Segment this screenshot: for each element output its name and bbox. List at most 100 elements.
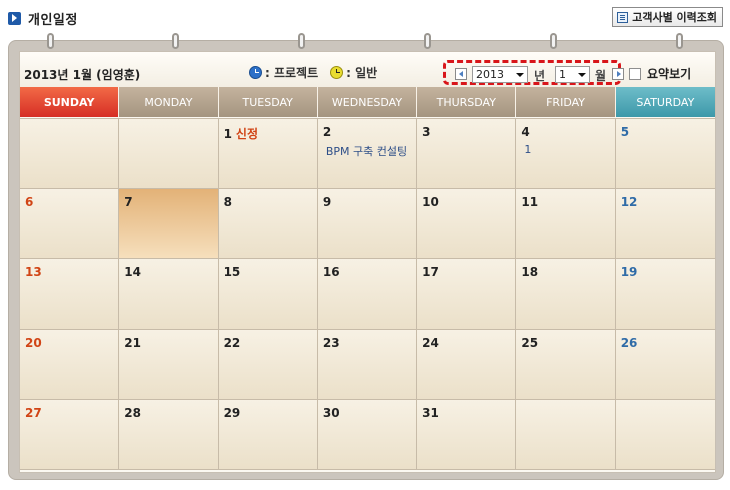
binder-ring-icon xyxy=(550,33,557,49)
day-number: 10 xyxy=(422,195,439,210)
day-number: 27 xyxy=(25,405,42,420)
calendar-day-cell[interactable]: 15 xyxy=(218,259,318,330)
day-number: 11 xyxy=(521,195,539,210)
calendar-day-cell[interactable]: 30 xyxy=(317,399,418,470)
calendar-day-cell[interactable]: 5 xyxy=(615,119,715,190)
chevron-right-icon xyxy=(8,11,21,25)
summary-view-checkbox[interactable] xyxy=(629,67,641,80)
page-title: 개인일정 xyxy=(28,12,78,28)
weekday-header-friday: FRIDAY xyxy=(516,87,616,117)
calendar-day-cell[interactable]: 23 xyxy=(317,329,418,400)
calendar-day-cell[interactable]: 19 xyxy=(615,259,715,330)
weekday-header-monday: MONDAY xyxy=(119,87,219,117)
day-number: 13 xyxy=(25,265,42,280)
weekday-header-sunday: SUNDAY xyxy=(20,87,120,117)
day-number: 4 xyxy=(521,125,530,139)
calendar-binder: 2013년 1월 (임영훈) : 프로젝트 : 일반 2013 년 1 월 요약… xyxy=(8,33,724,480)
calendar-day-cell[interactable]: 14 xyxy=(119,259,219,330)
day-number: 31 xyxy=(422,405,439,420)
day-number: 26 xyxy=(620,335,638,350)
legend: : 프로젝트 : 일반 xyxy=(249,64,377,81)
calendar-day-cell[interactable]: 20 xyxy=(20,329,120,400)
binder-ring-icon xyxy=(298,33,305,49)
calendar-day-cell[interactable]: 12 xyxy=(615,189,715,260)
calendar-day-cell[interactable]: 25 xyxy=(516,329,616,400)
calendar-event[interactable]: 1 xyxy=(524,143,612,156)
general-clock-icon xyxy=(330,66,344,79)
calendar-day-cell[interactable]: 31 xyxy=(417,399,517,470)
year-unit-label: 년 xyxy=(534,69,546,83)
binder-ring-icon xyxy=(172,33,179,49)
day-number: 23 xyxy=(322,335,340,350)
calendar-day-cell[interactable]: 10 xyxy=(417,189,517,260)
binder-ring-icon xyxy=(424,33,431,49)
calendar-day-cell[interactable]: 29 xyxy=(218,399,318,470)
calendar-day-cell[interactable]: 11 xyxy=(516,189,616,260)
calendar-day-cell[interactable]: 13 xyxy=(20,259,120,330)
day-number: 20 xyxy=(25,335,42,350)
weekday-header-wednesday: WEDNESDAY xyxy=(317,87,418,117)
calendar-event[interactable]: BPM 구축 컨설팅 xyxy=(326,143,414,159)
weekday-header-row: SUNDAY MONDAY TUESDAY WEDNESDAY THURSDAY… xyxy=(20,87,715,117)
calendar-day-cell[interactable]: 16 xyxy=(317,259,418,330)
calendar-day-cell[interactable]: 21 xyxy=(119,329,219,400)
day-number: 18 xyxy=(521,265,539,280)
day-number: 25 xyxy=(521,335,539,350)
calendar-day-cell[interactable] xyxy=(615,399,715,470)
legend-general-label: : 일반 xyxy=(346,66,378,80)
day-number: 12 xyxy=(620,195,638,210)
calendar-day-cell[interactable]: 26 xyxy=(615,329,715,400)
weekday-header-thursday: THURSDAY xyxy=(417,87,517,117)
month-unit-label: 월 xyxy=(595,69,607,83)
calendar-day-cell[interactable]: 28 xyxy=(119,399,219,470)
day-number: 3 xyxy=(422,125,431,139)
day-number: 19 xyxy=(620,265,638,280)
calendar-day-cell[interactable]: 18 xyxy=(516,259,616,330)
month-select-value: 1 xyxy=(559,68,566,81)
day-number: 6 xyxy=(25,195,34,210)
day-number: 8 xyxy=(223,195,232,210)
project-clock-icon xyxy=(249,66,262,79)
chevron-down-icon xyxy=(578,73,586,77)
calendar-day-cell[interactable]: 2 BPM 구축 컨설팅 xyxy=(317,119,418,190)
summary-view-toggle[interactable]: 요약보기 xyxy=(629,65,691,82)
list-icon xyxy=(617,11,629,23)
previous-month-button[interactable] xyxy=(455,68,467,80)
calendar-day-cell[interactable] xyxy=(20,119,120,190)
calendar-day-cell[interactable]: 3 xyxy=(417,119,517,190)
day-number: 24 xyxy=(422,335,439,350)
calendar-day-cell[interactable]: 6 xyxy=(20,189,120,260)
calendar-day-cell[interactable]: 1 신정 xyxy=(218,119,318,190)
month-select[interactable]: 1 xyxy=(555,66,590,83)
day-number: 17 xyxy=(422,265,439,280)
calendar-paper: 2013년 1월 (임영훈) : 프로젝트 : 일반 2013 년 1 월 요약… xyxy=(19,51,716,473)
calendar-day-cell[interactable]: 27 xyxy=(20,399,120,470)
calendar-day-cell-today[interactable]: 7 xyxy=(119,189,219,260)
day-number: 28 xyxy=(124,405,141,420)
day-number: 7 xyxy=(124,195,133,210)
day-number: 9 xyxy=(322,195,332,210)
customer-history-button-label: 고객사별 이력조회 xyxy=(632,11,717,24)
day-number: 5 xyxy=(620,125,630,139)
calendar-day-cell[interactable]: 24 xyxy=(417,329,517,400)
year-select[interactable]: 2013 xyxy=(472,66,528,83)
calendar-day-cell[interactable] xyxy=(516,399,616,470)
customer-history-button[interactable]: 고객사별 이력조회 xyxy=(612,7,723,27)
calendar-toolbar: 2013년 1월 (임영훈) : 프로젝트 : 일반 2013 년 1 월 요약… xyxy=(20,52,715,87)
year-select-value: 2013 xyxy=(476,68,504,81)
legend-project-label: : 프로젝트 xyxy=(265,66,319,80)
day-number: 14 xyxy=(124,265,141,280)
calendar-grid: 1 신정 2 BPM 구축 컨설팅 3 4 1 5 6 7 8 9 10 11 12 13 14 15 16 17 18… xyxy=(20,118,715,470)
calendar-day-cell[interactable]: 17 xyxy=(417,259,517,330)
summary-view-label: 요약보기 xyxy=(647,67,692,81)
calendar-day-cell[interactable] xyxy=(119,119,219,190)
binder-ring-icon xyxy=(676,33,683,49)
day-number: 22 xyxy=(223,335,241,350)
month-title: 2013년 1월 (임영훈) xyxy=(24,68,141,82)
calendar-day-cell[interactable]: 41 xyxy=(516,119,616,190)
next-month-button[interactable] xyxy=(612,68,624,80)
binder-ring-icon xyxy=(47,33,54,49)
calendar-day-cell[interactable]: 8 xyxy=(218,189,318,260)
calendar-day-cell[interactable]: 22 xyxy=(218,329,318,400)
calendar-day-cell[interactable]: 9 xyxy=(317,189,418,260)
